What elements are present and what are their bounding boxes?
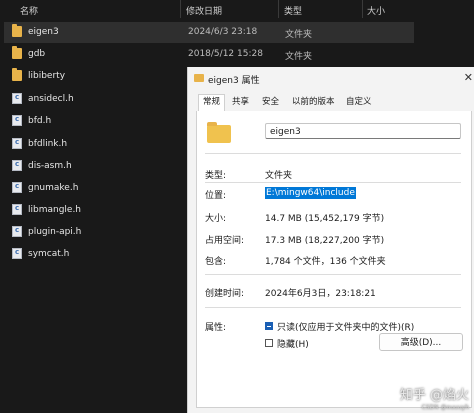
file-name: gdb xyxy=(28,49,46,59)
divider xyxy=(205,274,461,275)
tab-previous-versions[interactable]: 以前的版本 xyxy=(288,95,339,110)
c-header-file-icon xyxy=(12,93,22,104)
column-divider[interactable] xyxy=(180,0,181,18)
attributes-label: 属性: xyxy=(205,323,227,333)
file-name: libiberty xyxy=(28,71,66,81)
file-date: 2018/5/12 15:28 xyxy=(188,49,263,59)
file-type: 文件夹 xyxy=(285,30,313,40)
folder-icon xyxy=(207,122,231,143)
folder-icon xyxy=(12,46,22,59)
watermark: 知乎 @焰火 xyxy=(399,388,469,403)
hidden-label[interactable]: 隐藏(H) xyxy=(277,337,309,350)
c-header-file-icon xyxy=(12,248,22,259)
tab-customize[interactable]: 自定义 xyxy=(342,95,376,110)
advanced-button[interactable]: 高级(D)... xyxy=(379,333,463,351)
c-header-file-icon xyxy=(12,182,22,193)
tab-general[interactable]: 常规 xyxy=(198,94,226,112)
readonly-label[interactable]: 只读(仅应用于文件夹中的文件)(R) xyxy=(277,320,414,333)
divider xyxy=(205,182,461,183)
contains-value: 1,784 个文件，136 个文件夹 xyxy=(265,257,386,267)
file-name: ansidecl.h xyxy=(28,94,74,104)
watermark-small: CSDN @ouuuyh xyxy=(421,404,469,411)
file-name: gnumake.h xyxy=(28,183,79,193)
close-icon[interactable]: ✕ xyxy=(464,71,473,84)
created-value: 2024年6月3日，23:18:21 xyxy=(265,289,376,299)
c-header-file-icon xyxy=(12,115,22,126)
column-header: 名称 修改日期 类型 大小 xyxy=(0,0,474,18)
column-type[interactable]: 类型 xyxy=(284,4,302,17)
column-divider[interactable] xyxy=(362,0,363,18)
size-label: 大小: xyxy=(205,214,227,224)
type-value: 文件夹 xyxy=(265,171,293,181)
folder-name-field[interactable]: eigen3 xyxy=(265,123,461,139)
c-header-file-icon xyxy=(12,226,22,237)
column-size[interactable]: 大小 xyxy=(367,4,385,17)
properties-dialog: eigen3 属性 ✕ 常规 共享 安全 以前的版本 自定义 eigen3 类型… xyxy=(187,67,474,413)
size-value: 14.7 MB (15,452,179 字节) xyxy=(265,214,385,224)
size-on-disk-value: 17.3 MB (18,227,200 字节) xyxy=(265,236,385,246)
file-name: eigen3 xyxy=(28,27,59,37)
general-panel: eigen3 类型: 文件夹 位置: E:\mingw64\include 大小… xyxy=(196,111,472,408)
tab-bar: 常规 共享 安全 以前的版本 自定义 xyxy=(196,94,470,112)
tab-sharing[interactable]: 共享 xyxy=(228,95,253,110)
file-name: bfdlink.h xyxy=(28,139,68,149)
file-name: plugin-api.h xyxy=(28,227,82,237)
folder-icon xyxy=(12,24,22,37)
file-name: dis-asm.h xyxy=(28,161,72,171)
location-label: 位置: xyxy=(205,191,227,201)
file-name: symcat.h xyxy=(28,249,70,259)
contains-label: 包含: xyxy=(205,257,227,267)
tab-security[interactable]: 安全 xyxy=(258,95,283,110)
c-header-file-icon xyxy=(12,204,22,215)
size-on-disk-label: 占用空间: xyxy=(205,236,245,246)
list-item[interactable]: eigen3 2024/6/3 23:18 文件夹 xyxy=(4,22,414,43)
column-name[interactable]: 名称 xyxy=(20,4,38,17)
file-type: 文件夹 xyxy=(285,52,313,62)
file-name: libmangle.h xyxy=(28,205,82,215)
column-divider[interactable] xyxy=(278,0,279,18)
file-date: 2024/6/3 23:18 xyxy=(188,27,258,37)
divider xyxy=(205,307,461,308)
readonly-checkbox[interactable] xyxy=(265,322,273,330)
file-name: bfd.h xyxy=(28,116,52,126)
folder-icon xyxy=(194,74,204,82)
divider xyxy=(205,153,461,154)
c-header-file-icon xyxy=(12,160,22,171)
type-label: 类型: xyxy=(205,171,227,181)
location-value[interactable]: E:\mingw64\include xyxy=(265,187,356,199)
folder-icon xyxy=(12,68,22,81)
c-header-file-icon xyxy=(12,138,22,149)
dialog-titlebar[interactable]: eigen3 属性 ✕ xyxy=(188,67,474,91)
hidden-checkbox[interactable] xyxy=(265,339,273,347)
created-label: 创建时间: xyxy=(205,289,245,299)
dialog-title: eigen3 属性 xyxy=(208,76,260,86)
column-date[interactable]: 修改日期 xyxy=(186,4,222,17)
list-item[interactable]: gdb 2018/5/12 15:28 文件夹 xyxy=(4,44,414,65)
